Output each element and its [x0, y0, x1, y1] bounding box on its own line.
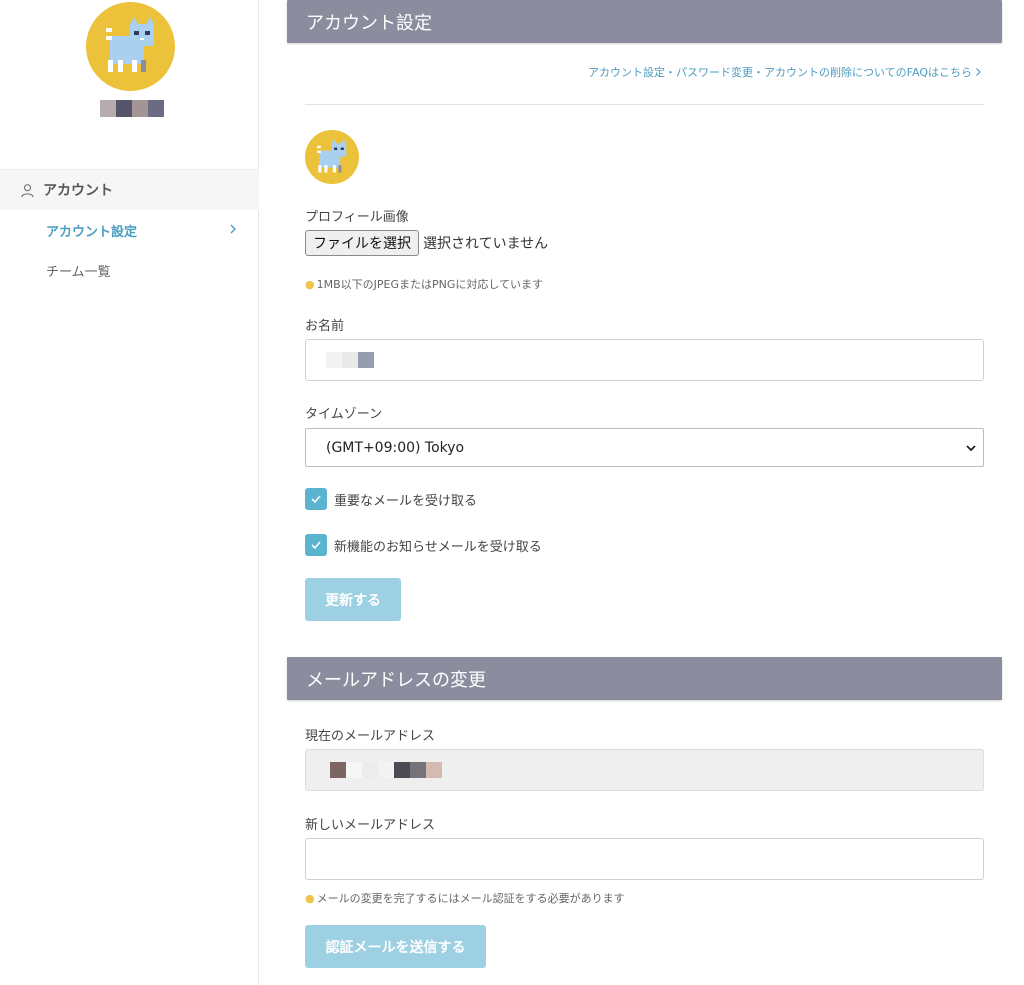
name-label: お名前	[305, 319, 345, 334]
profile-image-file-input: ファイルを選択 選択されていません	[305, 230, 548, 256]
section-title: アカウント設定	[306, 12, 432, 34]
chevron-right-icon	[230, 224, 236, 234]
current-email-field	[305, 749, 984, 791]
important-mail-label: 重要なメールを受け取る	[334, 493, 478, 509]
current-email-redacted	[330, 762, 442, 778]
current-email-label: 現在のメールアドレス	[305, 729, 436, 744]
faq-link[interactable]: アカウント設定・パスワード変更・アカウントの削除についてのFAQはこちら	[588, 64, 982, 80]
sidebar-section-account: アカウント	[0, 170, 259, 210]
email-hint: ● メールの変更を完了するにはメール認証をする必要があります	[305, 890, 625, 906]
faq-link-text: アカウント設定・パスワード変更・アカウントの削除についてのFAQはこちら	[588, 66, 972, 79]
email-hint-text: メールの変更を完了するにはメール認証をする必要があります	[316, 892, 625, 905]
choose-file-button[interactable]: ファイルを選択	[305, 230, 419, 256]
chevron-down-icon	[966, 445, 976, 452]
email-change-header: メールアドレスの変更	[287, 657, 1002, 700]
section-divider	[305, 104, 984, 105]
name-value-redacted	[326, 352, 374, 368]
timezone-select[interactable]: (GMT+09:00) Tokyo	[305, 428, 984, 467]
sidebar: アカウント アカウント設定 チーム一覧	[0, 0, 259, 985]
sidebar-item-account-settings[interactable]: アカウント設定	[0, 210, 259, 250]
account-settings-header: アカウント設定	[287, 0, 1002, 43]
new-email-label: 新しいメールアドレス	[305, 818, 436, 833]
timezone-value: (GMT+09:00) Tokyo	[326, 439, 465, 456]
sidebar-item-label: チーム一覧	[46, 264, 111, 280]
important-mail-checkbox[interactable]	[305, 488, 327, 510]
sidebar-section-label: アカウント	[43, 183, 113, 199]
feature-news-checkbox-row[interactable]: 新機能のお知らせメールを受け取る	[305, 534, 542, 556]
feature-news-checkbox[interactable]	[305, 534, 327, 556]
cat-avatar-icon	[106, 17, 154, 72]
important-mail-checkbox-row[interactable]: 重要なメールを受け取る	[305, 488, 477, 510]
checkmark-icon	[311, 495, 321, 504]
timezone-label: タイムゾーン	[305, 407, 383, 422]
sidebar-item-team-list[interactable]: チーム一覧	[0, 250, 259, 290]
section-title: メールアドレスの変更	[306, 669, 486, 691]
profile-image-preview	[305, 130, 359, 184]
send-verification-button[interactable]: 認証メールを送信する	[305, 925, 486, 968]
sidebar-item-label: アカウント設定	[46, 224, 138, 240]
chevron-right-icon	[976, 68, 981, 76]
user-avatar[interactable]	[86, 2, 175, 91]
lightbulb-icon: ●	[305, 277, 315, 291]
file-status-text: 選択されていません	[423, 236, 549, 252]
name-field[interactable]	[305, 339, 984, 381]
image-hint-text: 1MB以下のJPEGまたはPNGに対応しています	[316, 278, 544, 291]
new-email-field[interactable]	[305, 838, 984, 880]
person-outline-icon	[21, 183, 34, 197]
feature-news-label: 新機能のお知らせメールを受け取る	[334, 539, 542, 555]
image-hint: ● 1MB以下のJPEGまたはPNGに対応しています	[305, 276, 543, 292]
user-name-redacted	[100, 100, 164, 117]
update-button[interactable]: 更新する	[305, 578, 401, 621]
lightbulb-icon: ●	[305, 891, 315, 905]
cat-avatar-icon	[317, 139, 347, 173]
profile-image-label: プロフィール画像	[305, 210, 409, 225]
checkmark-icon	[311, 541, 321, 550]
